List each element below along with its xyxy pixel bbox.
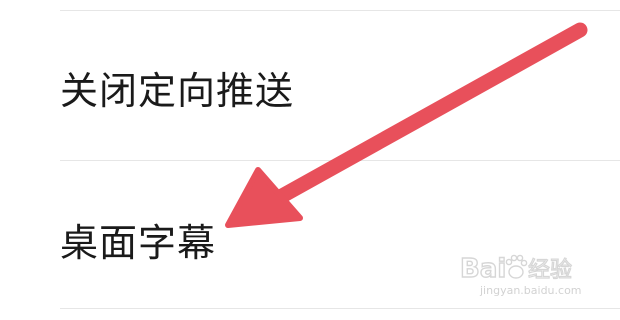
divider	[60, 160, 620, 161]
settings-item-label: 关闭定向推送	[60, 69, 295, 113]
divider	[60, 10, 620, 11]
settings-screen: 关闭定向推送 桌面字幕 Bai 经验 jingyan.baidu.com	[0, 0, 620, 320]
settings-item-close-targeted-push[interactable]: 关闭定向推送	[0, 12, 620, 160]
settings-item-desktop-subtitles[interactable]: 桌面字幕	[0, 162, 620, 310]
divider	[60, 308, 620, 309]
settings-item-label: 桌面字幕	[60, 221, 217, 265]
